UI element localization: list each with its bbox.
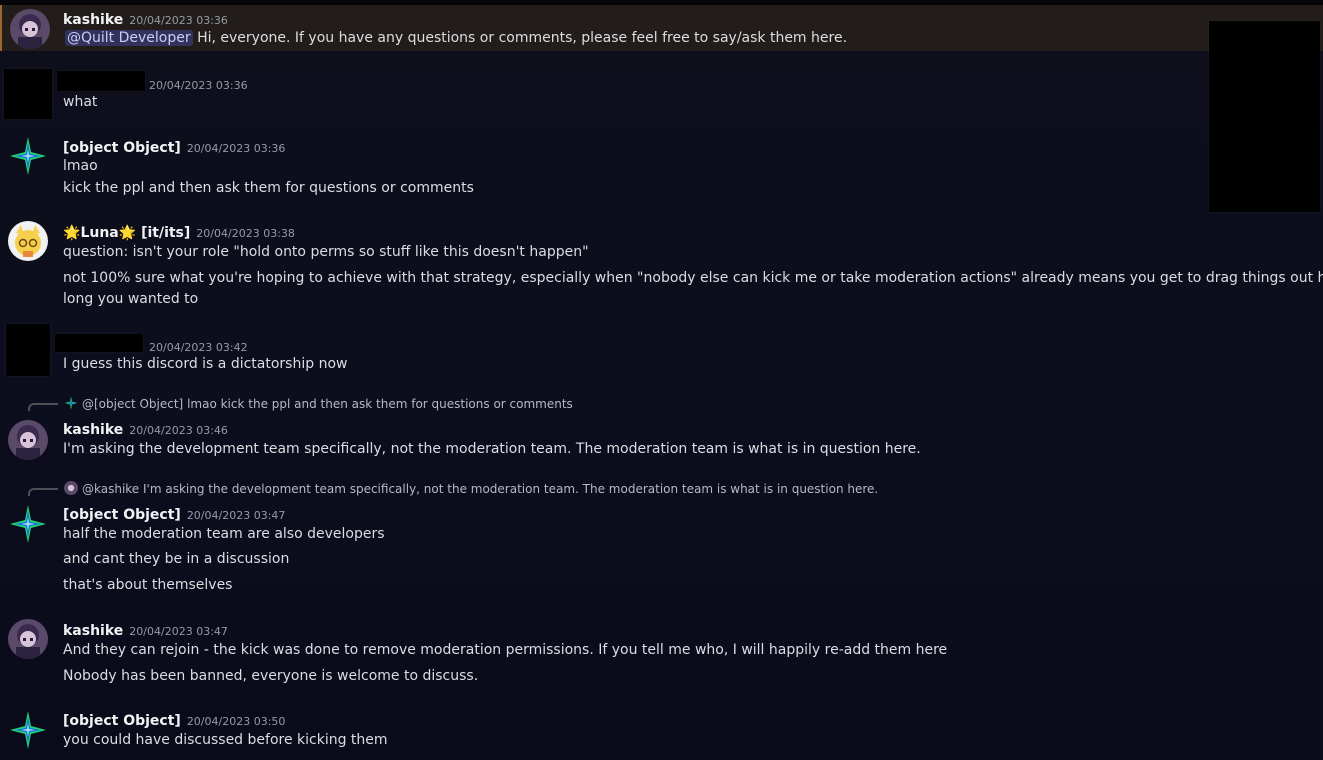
message-text: kick the ppl and then ask them for quest… bbox=[63, 180, 474, 196]
username[interactable]: kashike bbox=[63, 12, 123, 28]
redacted-username bbox=[57, 71, 145, 91]
reply-author[interactable]: @kashike bbox=[82, 482, 139, 496]
message-text-body: Hi, everyone. If you have any questions … bbox=[192, 30, 848, 46]
message-kashike-0[interactable]: kashike 20/04/2023 03:36 @Quilt Developer… bbox=[0, 5, 1323, 51]
message-header: kashike 20/04/2023 03:46 bbox=[63, 419, 228, 438]
username[interactable]: kashike bbox=[63, 422, 123, 438]
kashike-avatar[interactable] bbox=[8, 420, 48, 460]
kashike-avatar[interactable] bbox=[10, 9, 50, 49]
message-text: what bbox=[63, 94, 98, 110]
role-mention[interactable]: @Quilt Developer bbox=[65, 30, 193, 46]
redacted-avatar bbox=[4, 69, 52, 119]
timestamp: 20/04/2023 03:36 bbox=[186, 142, 286, 155]
message-header: [object Object] 20/04/2023 03:36 bbox=[63, 137, 285, 156]
message-redacted-4[interactable]: 20/04/2023 03:42 I guess this discord is… bbox=[0, 322, 1323, 380]
redacted-avatar bbox=[6, 324, 50, 376]
message-kashike-5[interactable]: @[object Object] lmao kick the ppl and t… bbox=[0, 394, 1323, 466]
timestamp: 20/04/2023 03:42 bbox=[149, 341, 248, 354]
username[interactable]: [object Object] bbox=[63, 507, 181, 523]
message-text: And they can rejoin - the kick was done … bbox=[63, 642, 948, 658]
message-text: not 100% sure what you're hoping to achi… bbox=[63, 270, 1323, 286]
reply-content[interactable]: @kashike I'm asking the development team… bbox=[64, 481, 878, 496]
message-text: that's about themselves bbox=[63, 577, 233, 593]
username-pronouns: [it/its] bbox=[141, 225, 191, 241]
timestamp: 20/04/2023 03:38 bbox=[196, 227, 295, 240]
message-header: kashike 20/04/2023 03:47 bbox=[63, 620, 228, 639]
message-header: [object Object] 20/04/2023 03:50 bbox=[63, 710, 285, 729]
message-object-8[interactable]: [object Object] 20/04/2023 03:50 you coul… bbox=[0, 704, 1323, 760]
message-header: [object Object] 20/04/2023 03:47 bbox=[63, 504, 285, 523]
username-core: Luna bbox=[80, 225, 119, 241]
timestamp: 20/04/2023 03:47 bbox=[186, 509, 286, 522]
reply-content[interactable]: @[object Object] lmao kick the ppl and t… bbox=[64, 396, 573, 411]
star-emoji-icon: 🌟 bbox=[118, 225, 137, 241]
message-header: kashike 20/04/2023 03:36 bbox=[63, 9, 228, 28]
username[interactable]: 🌟Luna🌟 [it/its] bbox=[63, 225, 190, 241]
redacted-username bbox=[55, 334, 143, 352]
message-redacted-1[interactable]: 20/04/2023 03:36 what bbox=[0, 65, 1323, 121]
timestamp: 20/04/2023 03:36 bbox=[149, 79, 248, 92]
star-emoji-icon: 🌟 bbox=[63, 225, 81, 241]
message-text: I'm asking the development team specific… bbox=[63, 441, 921, 457]
message-header: 🌟Luna🌟 [it/its] 20/04/2023 03:38 bbox=[63, 222, 295, 241]
username[interactable]: kashike bbox=[63, 623, 123, 639]
reply-spine bbox=[28, 403, 58, 411]
message-object-6[interactable]: @kashike I'm asking the development team… bbox=[0, 479, 1323, 601]
kashike-avatar[interactable] bbox=[8, 619, 48, 659]
star-avatar[interactable] bbox=[8, 710, 48, 750]
star-avatar[interactable] bbox=[8, 504, 48, 544]
luna-avatar[interactable] bbox=[8, 221, 48, 261]
timestamp: 20/04/2023 03:47 bbox=[129, 625, 228, 638]
message-kashike-7[interactable]: kashike 20/04/2023 03:47 And they can rej… bbox=[0, 613, 1323, 693]
timestamp: 20/04/2023 03:36 bbox=[129, 14, 228, 27]
reply-spine bbox=[28, 488, 58, 496]
timestamp: 20/04/2023 03:46 bbox=[129, 424, 228, 437]
reply-text: lmao kick the ppl and then ask them for … bbox=[187, 397, 573, 411]
message-text: you could have discussed before kicking … bbox=[63, 732, 388, 748]
message-text: lmao bbox=[63, 158, 98, 174]
reply-author[interactable]: @[object Object] bbox=[82, 397, 183, 411]
message-text: and cant they be in a discussion bbox=[63, 551, 290, 567]
message-text: Nobody has been banned, everyone is welc… bbox=[63, 668, 479, 684]
timestamp: 20/04/2023 03:50 bbox=[186, 715, 286, 728]
message-text: long you wanted to bbox=[63, 291, 199, 307]
message-text: half the moderation team are also develo… bbox=[63, 526, 385, 542]
message-text: @Quilt Developer Hi, everyone. If you ha… bbox=[65, 30, 847, 46]
kashike-mini-avatar bbox=[64, 481, 78, 495]
reply-text: I'm asking the development team specific… bbox=[143, 482, 879, 496]
message-header: 20/04/2023 03:36 bbox=[143, 74, 248, 93]
star-avatar[interactable] bbox=[8, 136, 48, 176]
message-header: 20/04/2023 03:42 bbox=[143, 336, 248, 355]
message-text: question: isn't your role "hold onto per… bbox=[63, 244, 589, 260]
star-icon bbox=[64, 396, 78, 410]
username[interactable]: [object Object] bbox=[63, 713, 181, 729]
message-object-2[interactable]: [object Object] 20/04/2023 03:36 lmao kic… bbox=[0, 130, 1323, 202]
message-text: I guess this discord is a dictatorship n… bbox=[63, 356, 348, 372]
message-luna-3[interactable]: 🌟Luna🌟 [it/its] 20/04/2023 03:38 question… bbox=[0, 215, 1323, 315]
username[interactable]: [object Object] bbox=[63, 140, 181, 156]
